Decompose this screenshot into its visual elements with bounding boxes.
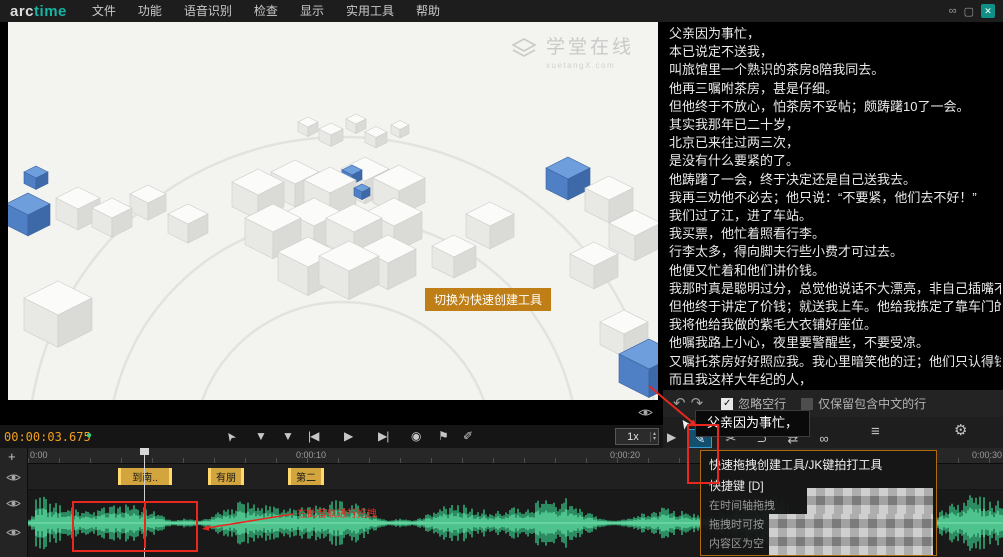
track-gutter: + bbox=[0, 448, 28, 557]
ruler-label: 0:00 bbox=[30, 450, 48, 460]
subtitle-line[interactable]: 但他终于讲定了价钱；就送我上车。他给我拣定了靠车门的 bbox=[669, 298, 1001, 316]
prev-frame-button[interactable]: |◀ bbox=[308, 430, 318, 443]
annotation-line bbox=[144, 501, 146, 548]
ruler-label: 0:00:20 bbox=[610, 450, 640, 460]
logo-arc: arc bbox=[10, 3, 34, 20]
menubar: arctime 文件功能语音识别检查显示实用工具帮助 ∞ ▢ ✕ bbox=[0, 0, 1003, 22]
ruler-label: 0:00:10 bbox=[296, 450, 326, 460]
subtitle-line[interactable]: 而且我这样大年纪的人， bbox=[669, 371, 1001, 389]
bookmark-icon[interactable]: ⚑ bbox=[438, 430, 449, 443]
tool-tooltip-popup: 快速拖拽创建工具/JK键拍打工具 快捷键 [D] 在时间轴拖拽 拖拽时可按 内容… bbox=[700, 450, 937, 556]
eye-icon[interactable] bbox=[6, 496, 21, 514]
video-scene bbox=[8, 22, 658, 400]
play-secondary-button[interactable]: ▶ bbox=[667, 430, 676, 444]
gear-icon[interactable]: ⚙ bbox=[954, 423, 967, 438]
subtitle-line[interactable]: 他再三嘱咐茶房，甚是仔细。 bbox=[669, 80, 1001, 98]
subtitle-line[interactable]: 他踌躇了一会，终于决定还是自己送我去。 bbox=[669, 171, 1001, 189]
link-tool-icon[interactable]: ∞ bbox=[812, 429, 836, 448]
menu-item[interactable]: 检查 bbox=[243, 0, 289, 22]
undo-icon[interactable]: ↶ bbox=[673, 397, 686, 411]
subtitle-block[interactable]: 到南.. bbox=[118, 468, 172, 485]
maximize-icon[interactable]: ▢ bbox=[964, 5, 974, 18]
menu-item[interactable]: 显示 bbox=[289, 0, 335, 22]
arctime-window: arctime 文件功能语音识别检查显示实用工具帮助 ∞ ▢ ✕ 学堂在线 xu… bbox=[0, 0, 1003, 557]
next-frame-button[interactable]: ▶| bbox=[378, 430, 388, 443]
subtitle-line[interactable]: 我将他给我做的紫毛大衣铺好座位。 bbox=[669, 316, 1001, 334]
speed-select[interactable]: 1x ▴ ▾ bbox=[615, 428, 659, 445]
watermark-book-icon bbox=[511, 36, 537, 62]
annotation-tool-tip: 切换为快速创建工具 bbox=[425, 288, 551, 311]
window-controls: ∞ ▢ ✕ bbox=[949, 4, 995, 18]
logo-time: time bbox=[34, 3, 67, 20]
add-track-button[interactable]: + bbox=[8, 449, 16, 464]
tooltip-title: 快速拖拽创建工具/JK键拍打工具 bbox=[709, 456, 928, 473]
status-dot-icon: ● bbox=[86, 431, 92, 441]
subtitle-line[interactable]: 行李太多，得向脚夫行些小费才可过去。 bbox=[669, 243, 1001, 261]
subtitle-block[interactable]: 第二 bbox=[288, 468, 324, 485]
subtitle-line[interactable]: 又嘱托茶房好好照应我。我心里暗笑他的迂；他们只认得钱 bbox=[669, 353, 1001, 371]
annotation-box-waveform bbox=[72, 501, 198, 552]
subtitle-line[interactable]: 我再三劝他不必去；他只说：“不要紧，他们去不好！” bbox=[669, 189, 1001, 207]
subtitle-line[interactable]: 是没有什么要紧的了。 bbox=[669, 152, 1001, 170]
redo-icon[interactable]: ↷ bbox=[691, 397, 704, 411]
play-button[interactable]: ▶ bbox=[344, 430, 353, 443]
subtitle-text-panel[interactable]: 父亲因为事忙，本已说定不送我，叫旅馆里一个熟识的茶房8陪我同去。他再三嘱咐茶房，… bbox=[663, 22, 1003, 390]
keep-chinese-label: 仅保留包含中文的行 bbox=[818, 395, 926, 412]
speed-spinner[interactable]: ▴ ▾ bbox=[650, 432, 658, 442]
subtitle-line[interactable]: 但他终于不放心，怕茶房不妥帖；颇踌躇10了一会。 bbox=[669, 98, 1001, 116]
eye-icon[interactable] bbox=[6, 525, 21, 543]
menu-item[interactable]: 语音识别 bbox=[173, 0, 243, 22]
video-preview[interactable]: 学堂在线 xuetangX.com 切换为快速创建工具 bbox=[8, 22, 658, 400]
subtitle-line[interactable]: 北京已来往过两三次， bbox=[669, 134, 1001, 152]
subtitle-line[interactable]: 他便又忙着和他们讲价钱。 bbox=[669, 262, 1001, 280]
watermark: 学堂在线 xuetangX.com bbox=[511, 36, 634, 70]
list-view-icon[interactable]: ≡ bbox=[871, 424, 880, 439]
eye-icon[interactable] bbox=[6, 470, 21, 488]
subtitle-line[interactable]: 本已说定不送我， bbox=[669, 43, 1001, 61]
ruler-label: 0:00:30 bbox=[972, 450, 1002, 460]
playhead-handle[interactable] bbox=[140, 448, 149, 455]
subtitle-line[interactable]: 其实我那年已二十岁， bbox=[669, 116, 1001, 134]
menu-item[interactable]: 文件 bbox=[81, 0, 127, 22]
mosaic-censor bbox=[807, 488, 933, 514]
timecode: 00:00:03.675 bbox=[4, 430, 91, 444]
subtitle-line[interactable]: 他嘱我路上小心，夜里要警醒些，不要受凉。 bbox=[669, 334, 1001, 352]
annotation-box-tool bbox=[687, 424, 719, 484]
link-icon[interactable]: ∞ bbox=[949, 5, 957, 17]
subtitle-line[interactable]: 我那时真是聪明过分，总觉他说话不大漂亮，非自己插嘴不可 bbox=[669, 280, 1001, 298]
flag-down-icon-2[interactable]: ▼ bbox=[282, 430, 294, 443]
video-pane: 学堂在线 xuetangX.com 切换为快速创建工具 bbox=[0, 22, 663, 425]
subtitle-line[interactable]: 父亲因为事忙， bbox=[669, 25, 1001, 43]
wand-icon[interactable]: ✐ bbox=[463, 430, 473, 443]
menu-item[interactable]: 实用工具 bbox=[335, 0, 405, 22]
ignore-blank-checkbox[interactable]: ✓ bbox=[721, 398, 733, 410]
speed-value: 1x bbox=[616, 431, 650, 443]
eye-icon[interactable] bbox=[638, 405, 653, 423]
close-icon[interactable]: ✕ bbox=[981, 4, 995, 18]
playback-control-bar: 00:00:03.675 ● ➤ ▼ ▼ |◀ ▶ ▶| ◉ ⚑ ✐ 1x ▴ … bbox=[0, 425, 663, 448]
subtitle-line[interactable]: 叫旅馆里一个熟识的茶房8陪我同去。 bbox=[669, 61, 1001, 79]
mosaic-censor bbox=[769, 514, 933, 555]
menu-item[interactable]: 帮助 bbox=[405, 0, 451, 22]
flag-down-icon[interactable]: ▼ bbox=[255, 430, 267, 443]
watermark-title: 学堂在线 bbox=[546, 36, 634, 60]
menu-item[interactable]: 功能 bbox=[127, 0, 173, 22]
subtitle-block[interactable]: 有朋 bbox=[208, 468, 244, 485]
watermark-subtitle: xuetangX.com bbox=[546, 61, 634, 70]
spin-down-icon[interactable]: ▾ bbox=[653, 437, 656, 442]
subtitle-line[interactable]: 我们过了江，进了车站。 bbox=[669, 207, 1001, 225]
camera-icon[interactable]: ◉ bbox=[411, 430, 421, 443]
app-logo: arctime bbox=[10, 3, 67, 20]
annotation-drag-hint: 在此音轨进行拖拽 bbox=[297, 505, 377, 520]
cursor-tool-icon[interactable]: ➤ bbox=[226, 430, 236, 443]
menu-bar-items: 文件功能语音识别检查显示实用工具帮助 bbox=[81, 0, 451, 22]
keep-chinese-checkbox[interactable] bbox=[801, 398, 813, 410]
subtitle-line[interactable]: 我买票，他忙着照看行李。 bbox=[669, 225, 1001, 243]
